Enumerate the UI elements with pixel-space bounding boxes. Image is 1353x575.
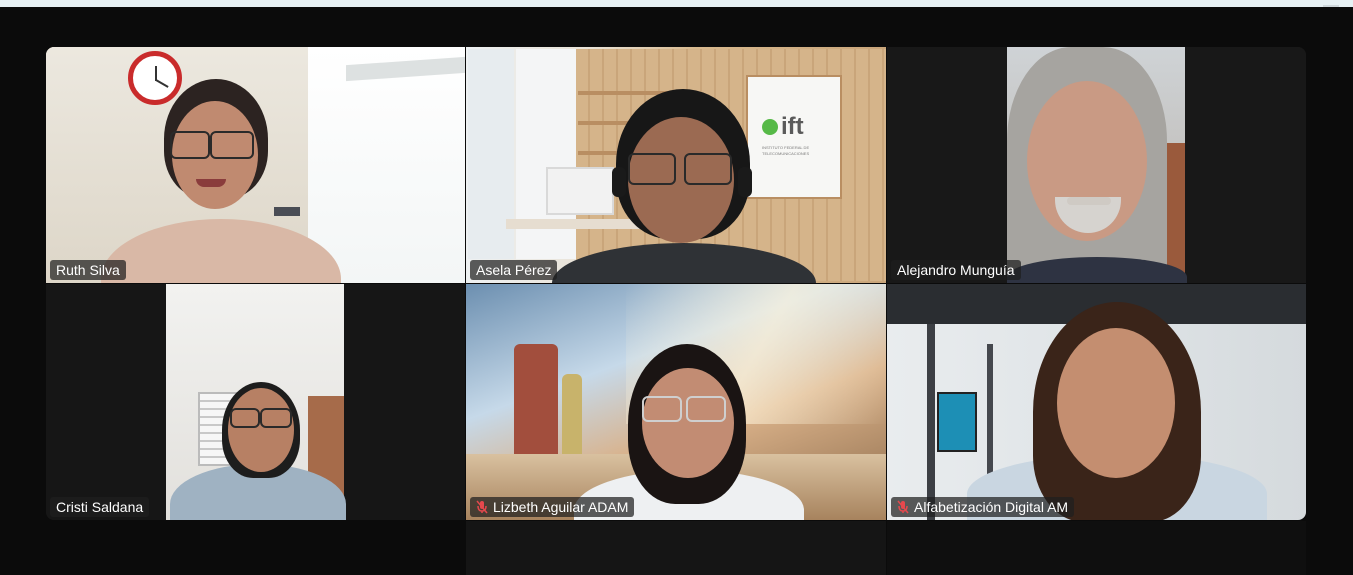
participant-name-tag: Asela Pérez [470,260,558,280]
participant-name-tag: Lizbeth Aguilar ADAM [470,497,635,517]
microphone-muted-icon [476,500,488,514]
participant-name: Asela Pérez [476,262,552,278]
gallery-view: Ruth Silva ift INSTITUTO FEDERAL DE TELE… [0,7,1353,575]
participant-name-tag: Alfabetización Digital AM [891,497,1075,517]
video-tile-alejandro-munguia[interactable]: Alejandro Munguía [887,47,1306,283]
participant-name: Cristi Saldana [56,499,144,515]
participant-video [46,47,465,283]
participant-name-tag: Cristi Saldana [50,497,150,517]
background-logo-subtitle: INSTITUTO FEDERAL DE TELECOMUNICACIONES [762,145,810,156]
background-logo-frame: ift INSTITUTO FEDERAL DE TELECOMUNICACIO… [748,77,840,197]
participant-name-tag: Ruth Silva [50,260,126,280]
participant-video [887,284,1306,520]
participant-video [887,47,1306,283]
participant-name: Alejandro Munguía [897,262,1015,278]
participant-name: Alfabetización Digital AM [914,499,1069,515]
video-tile-ruth-silva[interactable]: Ruth Silva [46,47,465,283]
gallery-bottom-area [466,521,886,575]
participant-name-tag: Alejandro Munguía [891,260,1021,280]
window-top-strip [0,0,1353,7]
microphone-muted-icon [897,500,909,514]
participant-video: ift INSTITUTO FEDERAL DE TELECOMUNICACIO… [466,47,886,283]
background-logo-brand: ift [781,113,804,140]
participant-video [466,284,886,520]
participant-name: Lizbeth Aguilar ADAM [493,499,629,515]
gallery-bottom-area-right [887,521,1306,575]
video-tile-cristi-saldana[interactable]: Cristi Saldana [46,284,465,520]
wall-clock-icon [128,51,182,105]
participant-name: Ruth Silva [56,262,120,278]
participant-video [46,284,465,520]
video-tile-alfabetizacion-digital-am[interactable]: Alfabetización Digital AM [887,284,1306,520]
video-tile-asela-perez[interactable]: ift INSTITUTO FEDERAL DE TELECOMUNICACIO… [466,47,886,283]
video-tile-lizbeth-aguilar-adam[interactable]: Lizbeth Aguilar ADAM [466,284,886,520]
ift-logo-icon [762,119,778,135]
